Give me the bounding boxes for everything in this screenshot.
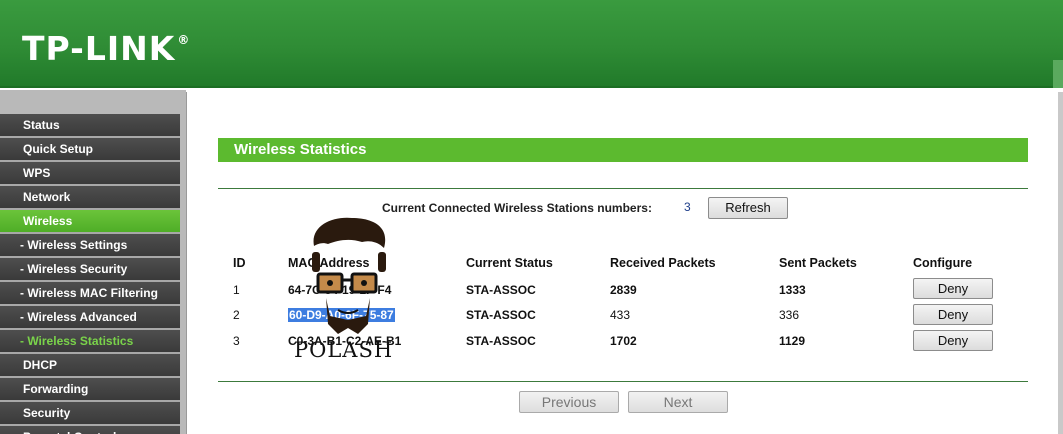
header-received-packets: Received Packets <box>610 256 716 270</box>
header-bar: TP-LINK ® <box>0 0 1063 88</box>
row-2-status: STA-ASSOC <box>466 308 536 322</box>
sidebar-item-wireless[interactable]: Wireless <box>0 210 180 234</box>
refresh-button[interactable]: Refresh <box>708 197 788 219</box>
brand-text: TP-LINK <box>22 29 176 68</box>
row-2-deny-button[interactable]: Deny <box>913 304 993 325</box>
watermark-text: POLASH <box>294 338 394 362</box>
header-configure: Configure <box>913 256 973 270</box>
sidebar-item-quick-setup[interactable]: Quick Setup <box>0 138 180 162</box>
row-2-sent: 336 <box>779 308 800 322</box>
sidebar-menu: Status Quick Setup WPS Network Wireless - Wir… <box>0 114 180 434</box>
sidebar-item-parental-control[interactable]: Parental Control <box>0 426 180 434</box>
previous-button[interactable]: Previous <box>519 391 619 413</box>
registered-mark: ® <box>177 33 191 47</box>
tp-link-logo: TP-LINK ® <box>22 32 190 65</box>
row-1-status: STA-ASSOC <box>466 283 536 297</box>
row-1-sent: 1333 <box>779 283 806 297</box>
stations-label: Current Connected Wireless Stations numb… <box>382 201 652 215</box>
row-1-deny-button[interactable]: Deny <box>913 278 993 299</box>
sidebar-item-wireless-mac-filtering[interactable]: - Wireless MAC Filtering <box>0 282 180 306</box>
sidebar-item-status[interactable]: Status <box>0 114 180 138</box>
row-2-received: 433 <box>610 308 631 322</box>
sidebar-item-wireless-security[interactable]: - Wireless Security <box>0 258 180 282</box>
header-sent-packets: Sent Packets <box>779 256 857 270</box>
row-3-received: 1702 <box>610 334 637 348</box>
header-id: ID <box>233 256 246 270</box>
row-3-deny-button[interactable]: Deny <box>913 330 993 351</box>
next-button[interactable]: Next <box>628 391 728 413</box>
sidebar-item-network[interactable]: Network <box>0 186 180 210</box>
row-2-id: 2 <box>233 308 240 322</box>
sidebar-item-wps[interactable]: WPS <box>0 162 180 186</box>
row-3-sent: 1129 <box>779 334 806 348</box>
header-edge <box>1053 60 1063 88</box>
scrollbar-track[interactable] <box>1058 92 1063 434</box>
stations-count: 3 <box>684 200 691 214</box>
sidebar-item-dhcp[interactable]: DHCP <box>0 354 180 378</box>
divider-top <box>218 188 1028 189</box>
sidebar-item-wireless-statistics[interactable]: - Wireless Statistics <box>0 330 180 354</box>
row-3-id: 3 <box>233 334 240 348</box>
page-title: Wireless Statistics <box>218 138 1028 162</box>
sidebar-item-wireless-settings[interactable]: - Wireless Settings <box>0 234 180 258</box>
row-1-received: 2839 <box>610 283 637 297</box>
header-current-status: Current Status <box>466 256 553 270</box>
divider-bottom <box>218 381 1028 382</box>
sidebar-item-security[interactable]: Security <box>0 402 180 426</box>
sidebar-item-forwarding[interactable]: Forwarding <box>0 378 180 402</box>
sidebar-item-wireless-advanced[interactable]: - Wireless Advanced <box>0 306 180 330</box>
row-1-id: 1 <box>233 283 240 297</box>
row-3-status: STA-ASSOC <box>466 334 536 348</box>
